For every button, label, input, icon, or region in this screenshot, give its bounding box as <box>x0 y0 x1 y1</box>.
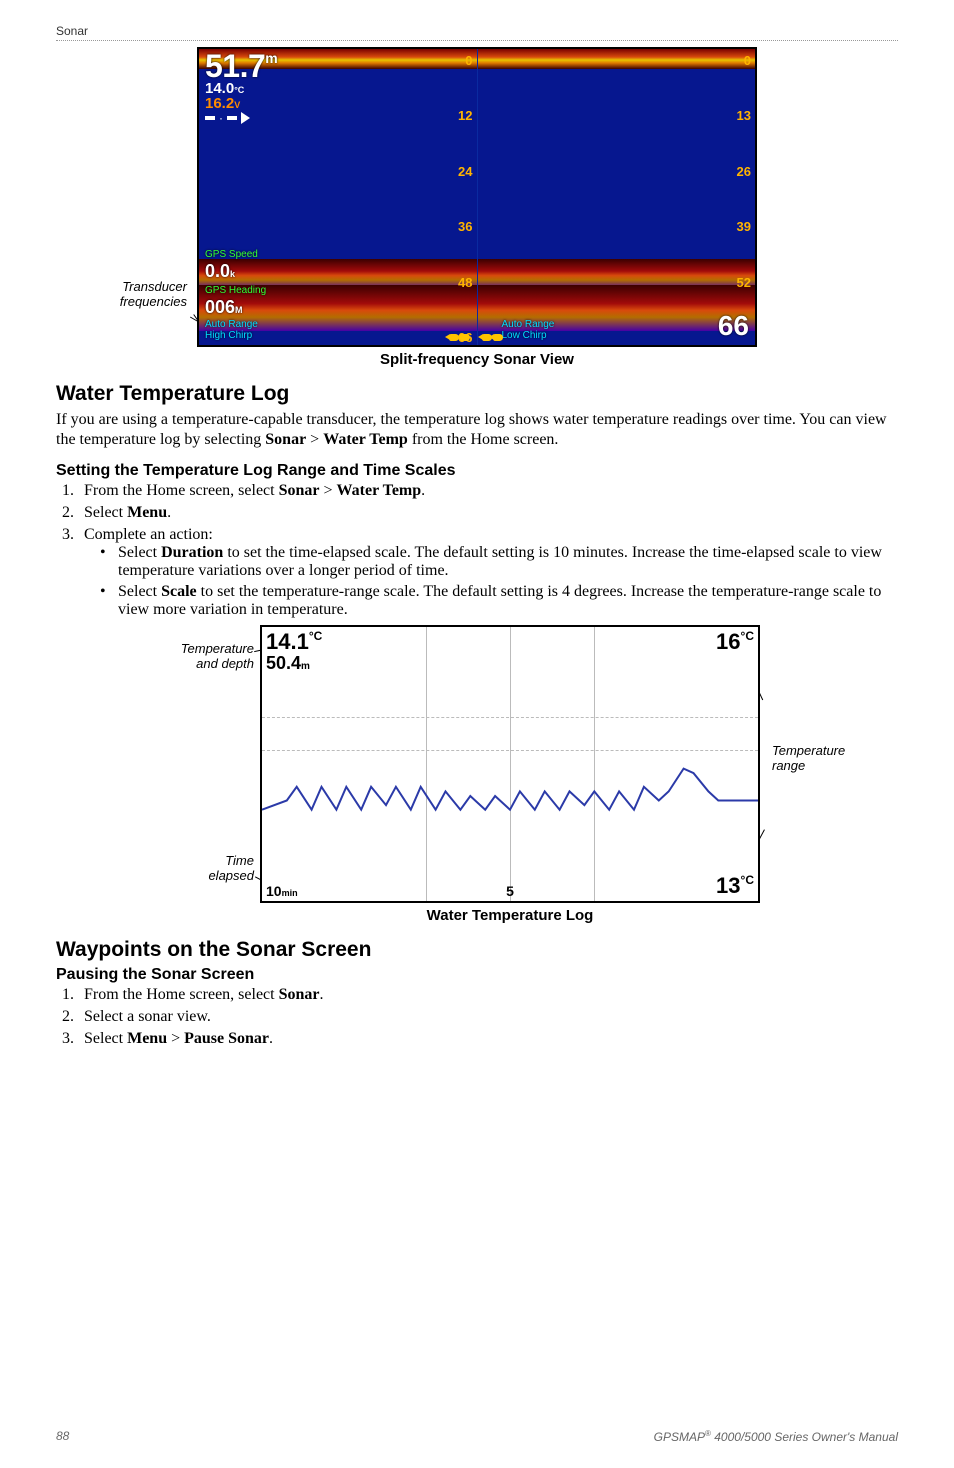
depth-scale-left: 0 12 24 36 48 66 <box>458 53 472 345</box>
step-3: Complete an action: Select Duration to s… <box>78 526 898 619</box>
callout-time: Timeelapsed <box>194 853 254 883</box>
label-time-left: 10min <box>266 883 298 899</box>
sonar-left: 0 12 24 36 48 66 51.7m 14.0°C 16.2V · GP… <box>199 49 477 345</box>
ls1: 12 <box>458 108 472 123</box>
temp-readout: 14.0°C <box>205 81 277 96</box>
fish-icons-left <box>449 334 471 341</box>
chirp-right-l2: Low Chirp <box>502 330 555 341</box>
depth-big-right: 66 <box>718 310 749 342</box>
sonar-figure: Transducer frequencies 0 12 24 36 48 66 … <box>197 47 757 368</box>
callout-temp-depth: Temperatureand depth <box>154 641 254 671</box>
callout-transducer-l2: frequencies <box>120 294 187 309</box>
label-time-mid: 5 <box>506 883 514 899</box>
temp-chart-plot: 14.1°C 50.4m 16°C 13°C 10min 5 <box>260 625 760 903</box>
steps-temp-scales: From the Home screen, select Sonar > Wat… <box>56 482 898 619</box>
ls2: 24 <box>458 164 472 179</box>
gps-speed-value: 0.0k <box>205 261 258 283</box>
callout-transducer-l1: Transducer <box>122 279 187 294</box>
header-rule <box>56 40 898 41</box>
gps-heading-value: 006M <box>205 297 266 319</box>
label-current-depth: 50.4m <box>266 653 310 674</box>
callout-range: Temperaturerange <box>772 743 845 773</box>
gps-speed-block: GPS Speed 0.0k <box>205 249 258 283</box>
gps-heading-label: GPS Heading <box>205 285 266 297</box>
page-number: 88 <box>56 1429 69 1444</box>
overlay-depth-block: 51.7m 14.0°C 16.2V · <box>205 52 277 125</box>
chirp-left-l2: High Chirp <box>205 330 258 341</box>
volt-readout: 16.2V <box>205 96 277 111</box>
step3-bullets: Select Duration to set the time-elapsed … <box>84 544 898 619</box>
heading-water-temp-log: Water Temperature Log <box>56 382 898 406</box>
fish-icon <box>493 334 503 341</box>
water-temp-intro: If you are using a temperature-capable t… <box>56 410 898 450</box>
depth-scale-right: 0 13 26 39 52 66 <box>737 53 751 345</box>
temp-chart-caption: Water Temperature Log <box>260 907 760 924</box>
gps-speed-label: GPS Speed <box>205 249 258 261</box>
sonar-caption: Split-frequency Sonar View <box>197 351 757 368</box>
subheading-pausing: Pausing the Sonar Screen <box>56 966 898 984</box>
rs2: 26 <box>737 164 751 179</box>
bullet-duration: Select Duration to set the time-elapsed … <box>112 544 898 580</box>
depth-readout: 51.7m <box>205 52 277 81</box>
manual-title: GPSMAP® 4000/5000 Series Owner's Manual <box>654 1429 898 1444</box>
ls3: 36 <box>458 219 472 234</box>
rs1: 13 <box>737 108 751 123</box>
chirp-right-l1: Auto Range <box>502 319 555 330</box>
rs3: 39 <box>737 219 751 234</box>
heading-indicator: · <box>205 111 277 125</box>
bullet-scale: Select Scale to set the temperature-rang… <box>112 583 898 619</box>
temp-line <box>262 627 758 901</box>
pstep-3: Select Menu > Pause Sonar. <box>78 1030 898 1048</box>
chapter-header: Sonar <box>56 24 898 40</box>
step-2: Select Menu. <box>78 504 898 522</box>
fish-icons-right <box>482 334 504 341</box>
gps-heading-block: GPS Heading 006M <box>205 285 266 319</box>
chirp-right: Auto Range Low Chirp <box>502 319 555 341</box>
rs0: 0 <box>737 53 751 68</box>
subheading-temp-scales: Setting the Temperature Log Range and Ti… <box>56 462 898 480</box>
label-scale-top: 16°C <box>716 629 754 655</box>
label-current-temp: 14.1°C <box>266 629 322 655</box>
ls4: 48 <box>458 275 472 290</box>
surface-return-right <box>478 49 756 69</box>
step-1: From the Home screen, select Sonar > Wat… <box>78 482 898 500</box>
page-footer: 88 GPSMAP® 4000/5000 Series Owner's Manu… <box>56 1429 898 1444</box>
rs4: 52 <box>737 275 751 290</box>
ls0: 0 <box>458 53 472 68</box>
temp-chart-figure: Temperatureand depth Timeelapsed Tempera… <box>154 625 800 924</box>
chirp-left: Auto Range High Chirp <box>205 319 258 341</box>
label-scale-bottom: 13°C <box>716 873 754 899</box>
pstep-1: From the Home screen, select Sonar. <box>78 986 898 1004</box>
steps-pausing: From the Home screen, select Sonar. Sele… <box>56 986 898 1048</box>
fish-icon <box>460 334 470 341</box>
pstep-2: Select a sonar view. <box>78 1008 898 1026</box>
heading-waypoints: Waypoints on the Sonar Screen <box>56 938 898 962</box>
sonar-right: 0 13 26 39 52 66 Auto Range Low Chirp 66 <box>477 49 756 345</box>
callout-transducer: Transducer frequencies <box>87 279 187 309</box>
chirp-left-l1: Auto Range <box>205 319 258 330</box>
split-frequency-sonar-view: 0 12 24 36 48 66 51.7m 14.0°C 16.2V · GP… <box>197 47 757 347</box>
